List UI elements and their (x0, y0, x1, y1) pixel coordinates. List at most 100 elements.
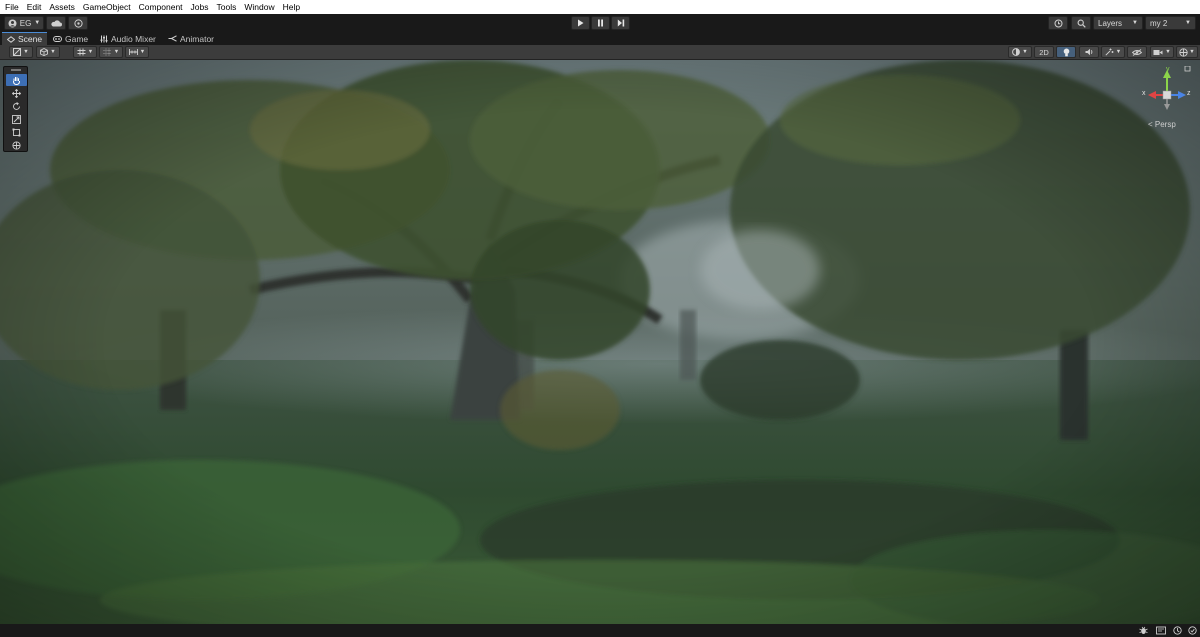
search-icon (1077, 19, 1086, 28)
menu-gameobject[interactable]: GameObject (83, 0, 131, 14)
effects-dropdown[interactable]: ▼ (1101, 46, 1125, 58)
chevron-down-icon: ▼ (1132, 20, 1138, 26)
scene-viewport[interactable] (0, 60, 1200, 624)
chevron-down-icon: ▼ (1165, 49, 1171, 55)
shaded-mode-icon (13, 48, 22, 56)
layout-dropdown[interactable]: my 2 ▼ (1145, 16, 1196, 30)
account-icon (8, 19, 17, 27)
chevron-down-icon: ▼ (23, 49, 29, 55)
search-button[interactable] (1071, 16, 1091, 30)
tab-game[interactable]: Game (48, 32, 93, 45)
orientation-gizmo[interactable]: y x z (1142, 65, 1192, 122)
collab-icon (73, 18, 83, 28)
menu-tools[interactable]: Tools (217, 0, 237, 14)
grid-visibility-dropdown[interactable]: ▼ (99, 46, 123, 58)
render-progress-icon[interactable] (1155, 625, 1166, 636)
hand-tool-button[interactable] (6, 74, 27, 86)
scene-toolbar: ▼ ▼ ▼ ▼ ▼ ▼ 2D ▼ ▼ ▼ (0, 45, 1200, 60)
grid-snap-icon (77, 48, 86, 56)
move-tool-button[interactable] (6, 87, 27, 99)
x-axis-label: x (1142, 90, 1146, 97)
bug-icon[interactable] (1138, 625, 1149, 636)
audio-mixer-icon (100, 35, 108, 43)
cloud-button[interactable] (46, 16, 66, 30)
forest-scene-render (0, 60, 1200, 624)
status-bar (0, 624, 1200, 637)
hand-tool-icon (13, 76, 20, 85)
gizmos-dropdown[interactable]: ▼ (1176, 46, 1198, 58)
animator-icon (168, 35, 177, 42)
menu-jobs[interactable]: Jobs (191, 0, 209, 14)
rotate-tool-button[interactable] (6, 100, 27, 112)
lighting-status-icon[interactable] (1172, 625, 1183, 636)
menu-assets[interactable]: Assets (49, 0, 75, 14)
cube-icon (40, 48, 49, 56)
menu-bar: File Edit Assets GameObject Component Jo… (0, 0, 1200, 14)
light-bulb-icon (1063, 48, 1069, 56)
ruler-icon (128, 49, 138, 55)
grid-icon (103, 48, 112, 56)
transform-tool-button[interactable] (6, 139, 27, 151)
rotate-tool-icon (13, 101, 20, 110)
tab-animator[interactable]: Animator (163, 32, 219, 45)
camera-icon (1153, 49, 1163, 55)
projection-toggle[interactable]: < Persp (1148, 120, 1176, 129)
tab-label: Audio Mixer (111, 33, 156, 44)
cloud-icon (50, 19, 62, 26)
gizmo-globe-icon (1179, 47, 1188, 57)
history-icon (1054, 19, 1062, 27)
effects-icon (1105, 48, 1114, 56)
grid-snapping-dropdown[interactable]: ▼ (73, 46, 97, 58)
audio-toggle[interactable] (1079, 46, 1099, 58)
hidden-eye-icon (1132, 48, 1142, 56)
pause-button[interactable] (591, 16, 610, 30)
tab-audio-mixer[interactable]: Audio Mixer (95, 32, 161, 45)
tab-bar: Scene Game Audio Mixer Animator (0, 32, 1200, 45)
game-icon (53, 35, 62, 42)
scale-tool-button[interactable] (6, 113, 27, 125)
chevron-down-icon: ▼ (1115, 49, 1122, 55)
account-dropdown[interactable]: EG ▼ (4, 16, 44, 30)
main-toolbar: EG ▼ Layers ▼ my 2 ▼ (0, 14, 1200, 32)
step-button[interactable] (611, 16, 630, 30)
transform-tool-icon (12, 140, 21, 150)
menu-edit[interactable]: Edit (27, 0, 42, 14)
y-axis-label: y (1166, 66, 1170, 73)
chevron-down-icon: ▼ (139, 49, 146, 55)
menu-window[interactable]: Window (244, 0, 274, 14)
draw-mode-dropdown[interactable]: ▼ (9, 46, 33, 58)
notification-icon[interactable] (1187, 625, 1198, 636)
move-tool-icon (12, 88, 21, 98)
tab-label: Game (65, 33, 89, 44)
layers-label: Layers (1098, 18, 1123, 28)
mode-2d-label: 2D (1039, 47, 1049, 57)
render-mode-dropdown[interactable]: ▼ (36, 46, 60, 58)
undo-history-button[interactable] (1048, 16, 1068, 30)
rect-tool-icon (12, 128, 21, 136)
menu-component[interactable]: Component (139, 0, 183, 14)
transform-tools-palette (3, 66, 28, 152)
chevron-down-icon: ▼ (1185, 20, 1191, 26)
collab-button[interactable] (68, 16, 88, 30)
play-button[interactable] (571, 16, 590, 30)
palette-grip[interactable] (4, 67, 27, 73)
chevron-down-icon: ▼ (87, 49, 94, 55)
tab-label: Animator (180, 33, 215, 44)
tab-scene[interactable]: Scene (2, 32, 48, 45)
sphere-icon (1012, 48, 1021, 56)
mode-2d-toggle[interactable]: 2D (1034, 46, 1054, 58)
lighting-toggle[interactable] (1056, 46, 1076, 58)
layout-label: my 2 (1150, 18, 1168, 28)
layers-dropdown[interactable]: Layers ▼ (1093, 16, 1143, 30)
pause-icon (598, 19, 603, 27)
menu-help[interactable]: Help (283, 0, 300, 14)
chevron-down-icon: ▼ (113, 49, 120, 55)
play-icon (578, 19, 584, 27)
rect-tool-button[interactable] (6, 126, 27, 138)
camera-dropdown[interactable]: ▼ (1150, 46, 1174, 58)
increment-snap-dropdown[interactable]: ▼ (125, 46, 149, 58)
chevron-down-icon: ▼ (1189, 49, 1195, 55)
scene-visibility-toggle[interactable] (1127, 46, 1147, 58)
shading-mode-dropdown[interactable]: ▼ (1008, 46, 1032, 58)
menu-file[interactable]: File (5, 0, 19, 14)
